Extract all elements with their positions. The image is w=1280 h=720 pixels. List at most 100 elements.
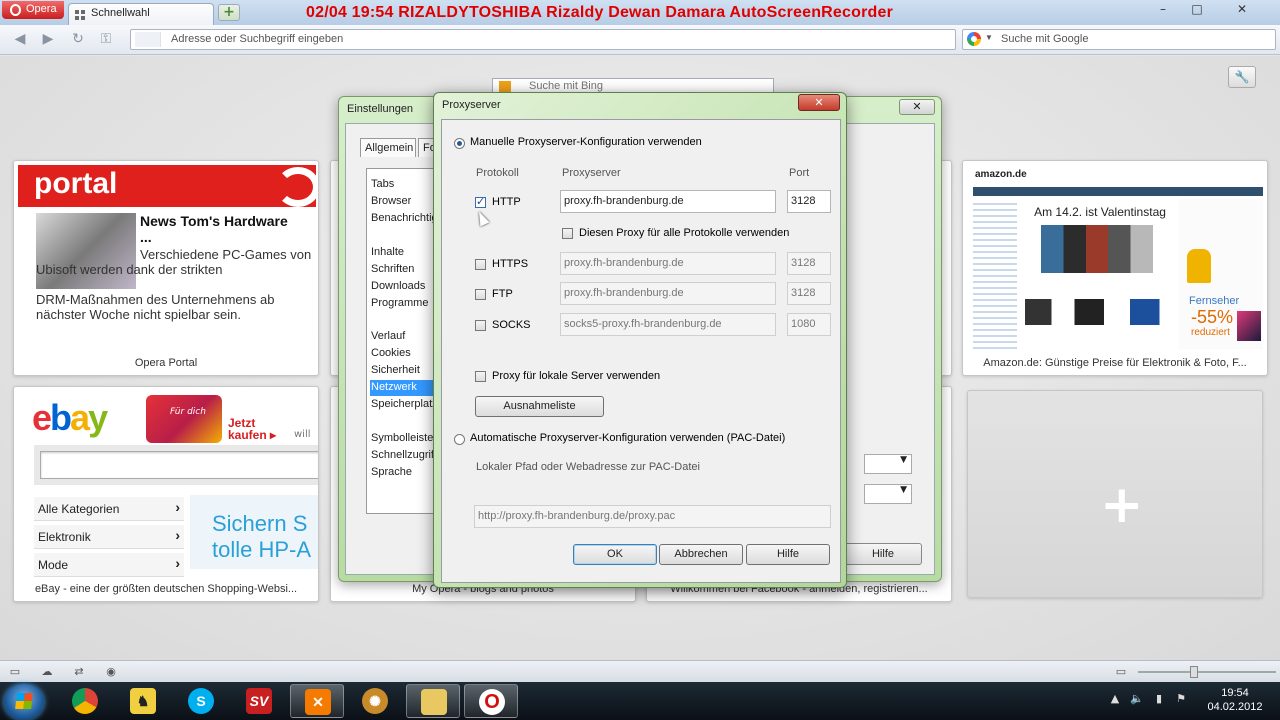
settings-item[interactable]: Verlauf <box>370 329 440 345</box>
taskbar-opera[interactable]: O <box>464 684 518 718</box>
socks-server-input[interactable]: socks5-proxy.fh-brandenburg.de <box>560 313 776 336</box>
proxy-dialog: Proxyserver ✕ Manuelle Proxyserver-Konfi… <box>433 92 847 588</box>
taskbar-xampp[interactable]: ✕ <box>290 684 344 718</box>
address-field[interactable]: Adresse oder Suchbegriff eingeben <box>130 29 956 50</box>
chrome-icon <box>72 688 98 714</box>
settings-item[interactable]: Downloads <box>370 279 440 295</box>
settings-item-selected[interactable]: Netzwerk <box>370 380 440 396</box>
speed-dial-grid-icon <box>75 10 85 20</box>
opera-icon <box>10 4 21 16</box>
amazon-discount: -55% <box>1191 307 1234 327</box>
https-server-input[interactable]: proxy.fh-brandenburg.de <box>560 252 776 275</box>
sv-icon: SV <box>246 688 272 714</box>
https-port-input[interactable]: 3128 <box>787 252 831 275</box>
search-engine-dropdown-icon[interactable]: ▼ <box>985 33 993 42</box>
forward-arrow-icon[interactable]: ▶ <box>40 31 56 47</box>
settings-item[interactable]: Schriften <box>370 262 440 278</box>
flag-icon[interactable]: ⚑ <box>1174 692 1188 706</box>
ftp-server-input[interactable]: proxy.fh-brandenburg.de <box>560 282 776 305</box>
socks-port-input[interactable]: 1080 <box>787 313 831 336</box>
settings-item[interactable]: Symbolleiste <box>370 431 440 447</box>
windows-taskbar: ♞ S SV ✕ ✺ O ▲ 🔈 ▮ ⚑ 19:54 04.02.2012 <box>0 682 1280 720</box>
taskbar-media[interactable]: ✺ <box>348 684 402 718</box>
add-speed-dial-tile[interactable]: + <box>967 390 1263 598</box>
bing-placeholder: Suche mit Bing <box>529 80 603 92</box>
settings-item[interactable]: Benachrichtig <box>370 211 440 227</box>
http-checkbox[interactable] <box>475 195 486 208</box>
settings-item[interactable]: Browser <box>370 194 440 210</box>
taskbar-app[interactable]: ♞ <box>116 684 170 718</box>
help-button[interactable]: Hilfe <box>746 544 830 565</box>
zoom-slider-handle[interactable] <box>1190 666 1198 678</box>
amazon-banner-text: Am 14.2. ist Valentinstag <box>1034 205 1166 219</box>
wrench-icon[interactable]: 🔧 <box>1228 66 1256 88</box>
maximize-button[interactable]: □ <box>1184 2 1210 20</box>
turbo-icon[interactable]: ◉ <box>104 665 118 678</box>
socks-checkbox[interactable] <box>475 320 486 331</box>
clock[interactable]: 19:54 04.02.2012 <box>1196 686 1274 714</box>
settings-help-button[interactable]: Hilfe <box>844 543 922 565</box>
settings-item[interactable]: Programme <box>370 296 440 312</box>
view-icon[interactable]: ▭ <box>1114 665 1128 678</box>
tab-allgemein[interactable]: Allgemein <box>360 138 416 157</box>
speed-dial-tile-ebay[interactable]: ebay Für dich Jetzt kaufen ▸ will Alle K… <box>13 386 319 602</box>
new-tab-button[interactable]: + <box>218 4 240 21</box>
zoom-slider[interactable] <box>1138 666 1276 678</box>
http-port-input[interactable]: 3128 <box>787 190 831 213</box>
taskbar-skype[interactable]: S <box>174 684 228 718</box>
ftp-checkbox[interactable] <box>475 289 486 300</box>
clock-time: 19:54 <box>1221 687 1249 699</box>
ebay-promo-image: Für dich <box>146 395 222 443</box>
network-icon[interactable]: ▮ <box>1152 692 1166 706</box>
ebay-cta: Jetzt kaufen ▸ <box>228 416 277 442</box>
settings-item[interactable]: Speicherplatz <box>370 397 440 413</box>
cancel-button[interactable]: Abbrechen <box>659 544 743 565</box>
settings-item[interactable]: Sicherheit <box>370 363 440 379</box>
http-server-input[interactable]: proxy.fh-brandenburg.de <box>560 190 776 213</box>
amazon-promo-label: Fernseher <box>1189 295 1240 307</box>
proxy-close-button[interactable]: ✕ <box>798 94 840 111</box>
minimize-button[interactable]: – <box>1150 2 1176 20</box>
exceptions-button[interactable]: Ausnahmeliste <box>475 396 604 417</box>
taskbar-explorer[interactable] <box>406 684 460 718</box>
speed-dial-tile-amazon[interactable]: amazon.de Am 14.2. ist Valentinstag Fern… <box>962 160 1268 376</box>
back-arrow-icon[interactable]: ◀ <box>12 31 28 47</box>
close-window-button[interactable]: ✕ <box>1222 2 1262 20</box>
ok-button[interactable]: OK <box>573 544 657 565</box>
settings-item[interactable]: Sprache <box>370 465 440 481</box>
key-icon[interactable]: ⚿ <box>98 31 114 47</box>
local-proxy-checkbox[interactable] <box>475 371 486 382</box>
settings-item[interactable]: Inhalte <box>370 245 440 261</box>
tray-arrow-icon[interactable]: ▲ <box>1108 692 1122 706</box>
search-field[interactable]: ▼ Suche mit Google <box>962 29 1276 50</box>
tile-caption: Amazon.de: Günstige Preise für Elektroni… <box>983 357 1247 369</box>
reload-icon[interactable]: ↻ <box>70 31 86 47</box>
speed-dial-tile-portal[interactable]: portal News Tom's Hardware ... Verschied… <box>13 160 319 376</box>
pac-url-input[interactable]: http://proxy.fh-brandenburg.de/proxy.pac <box>474 505 831 528</box>
settings-close-button[interactable]: ✕ <box>899 99 935 115</box>
cloud-icon[interactable]: ☁ <box>40 665 54 678</box>
navigation-bar: ◀ ▶ ↻ ⚿ Adresse oder Suchbegriff eingebe… <box>0 25 1280 55</box>
settings-item[interactable]: Schnellzugriff <box>370 448 440 464</box>
settings-item[interactable]: Cookies <box>370 346 440 362</box>
panel-toggle-icon[interactable]: ▭ <box>8 665 22 678</box>
opera-menu-label: Opera <box>26 3 57 15</box>
https-checkbox[interactable] <box>475 259 486 270</box>
settings-item[interactable]: Tabs <box>370 177 440 193</box>
start-button[interactable] <box>4 684 44 720</box>
taskbar-app[interactable]: SV <box>232 684 286 718</box>
ebay-logo: ebay <box>32 397 108 438</box>
local-proxy-label: Proxy für lokale Server verwenden <box>492 370 661 382</box>
settings-dropdown[interactable]: ▼ <box>864 484 912 504</box>
settings-dropdown[interactable]: ▼ <box>864 454 912 474</box>
ftp-port-input[interactable]: 3128 <box>787 282 831 305</box>
manual-config-radio[interactable] <box>454 138 465 149</box>
share-icon[interactable]: ⇄ <box>72 665 86 678</box>
same-proxy-checkbox[interactable] <box>562 228 573 239</box>
tab-speed-dial[interactable]: Schnellwahl <box>68 3 214 25</box>
volume-icon[interactable]: 🔈 <box>1130 692 1144 706</box>
opera-menu-button[interactable]: Opera <box>2 1 64 19</box>
col-port: Port <box>789 167 810 179</box>
auto-config-radio[interactable] <box>454 434 465 445</box>
taskbar-chrome[interactable] <box>58 684 112 718</box>
